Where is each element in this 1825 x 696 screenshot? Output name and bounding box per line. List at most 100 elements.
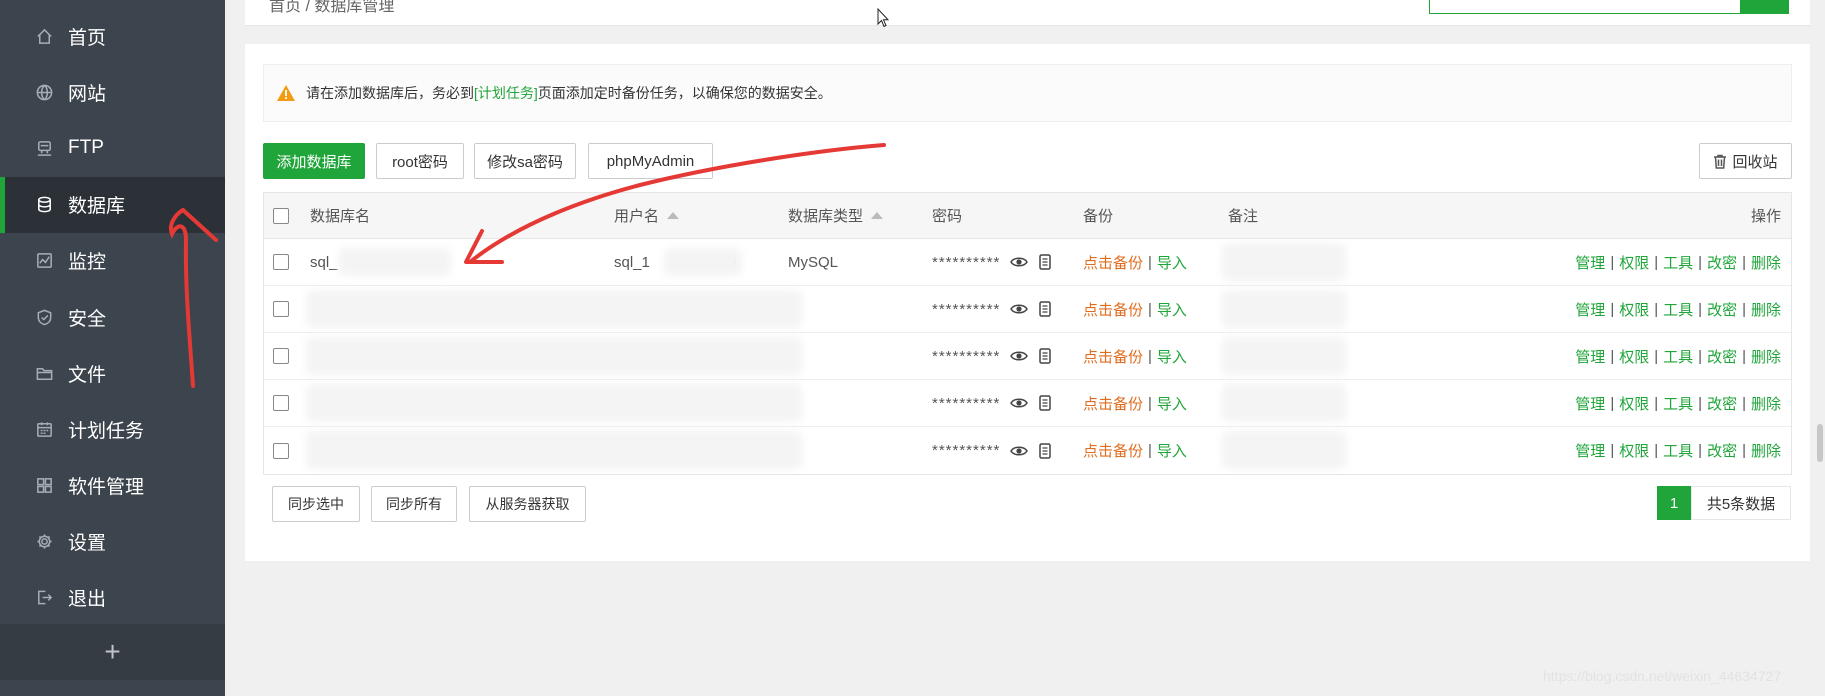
separator: | [1742, 300, 1746, 318]
op-link[interactable]: 删除 [1751, 346, 1781, 367]
op-link[interactable]: 管理 [1575, 393, 1605, 414]
op-link[interactable]: 工具 [1663, 299, 1693, 320]
eye-icon[interactable] [1010, 347, 1029, 365]
row-checkbox[interactable] [273, 442, 289, 459]
page-number[interactable]: 1 [1657, 486, 1691, 520]
phpmyadmin-button[interactable]: phpMyAdmin [588, 143, 713, 179]
sidebar-item-label: 设置 [68, 533, 107, 555]
op-link[interactable]: 权限 [1619, 393, 1649, 414]
op-link[interactable]: 权限 [1619, 346, 1649, 367]
row-password: ********** [932, 427, 1054, 474]
op-link[interactable]: 权限 [1619, 252, 1649, 273]
op-link[interactable]: 工具 [1663, 440, 1693, 461]
column-type[interactable]: 数据库类型 [788, 193, 884, 238]
op-link[interactable]: 改密 [1707, 252, 1737, 273]
sidebar-item-monitor[interactable]: 监控 [0, 233, 225, 289]
backup-link[interactable]: 点击备份 [1083, 346, 1143, 367]
password-text: ********** [932, 442, 1001, 459]
backup-link[interactable]: 点击备份 [1083, 252, 1143, 273]
row-checkbox[interactable] [273, 395, 289, 411]
calendar-icon [34, 419, 54, 439]
import-link[interactable]: 导入 [1157, 346, 1187, 367]
import-link[interactable]: 导入 [1157, 299, 1187, 320]
column-user[interactable]: 用户名 [614, 193, 680, 238]
root-password-button[interactable]: root密码 [376, 143, 464, 179]
op-link[interactable]: 工具 [1663, 346, 1693, 367]
sidebar-add-button[interactable]: + [0, 624, 225, 680]
folder-icon [34, 363, 54, 383]
op-link[interactable]: 管理 [1575, 299, 1605, 320]
row-checkbox[interactable] [273, 254, 289, 270]
import-link[interactable]: 导入 [1157, 393, 1187, 414]
op-link[interactable]: 改密 [1707, 393, 1737, 414]
sidebar-item-database[interactable]: 数据库 [0, 176, 225, 233]
scrollbar-thumb[interactable] [1817, 424, 1823, 462]
op-link[interactable]: 权限 [1619, 299, 1649, 320]
password-text: ********** [932, 253, 1001, 271]
sidebar-item-software[interactable]: 软件管理 [0, 458, 225, 514]
backup-link[interactable]: 点击备份 [1083, 440, 1143, 461]
sidebar-item-website[interactable]: 网站 [0, 64, 225, 120]
import-link[interactable]: 导入 [1157, 252, 1187, 273]
row-db-name[interactable]: sql_ [310, 239, 338, 285]
copy-icon[interactable] [1036, 253, 1054, 271]
sidebar-item-settings[interactable]: 设置 [0, 514, 225, 570]
sidebar-item-label: 数据库 [68, 196, 126, 218]
op-link[interactable]: 工具 [1663, 252, 1693, 273]
add-database-button[interactable]: 添加数据库 [263, 143, 365, 179]
op-link[interactable]: 删除 [1751, 440, 1781, 461]
search-button[interactable] [1741, 0, 1789, 14]
sidebar-item-home[interactable]: 首页 [0, 8, 225, 64]
recycle-bin-button[interactable]: 回收站 [1699, 143, 1792, 179]
row-checkbox[interactable] [273, 301, 289, 317]
op-link[interactable]: 删除 [1751, 393, 1781, 414]
warning-icon [277, 85, 295, 101]
row-password: ********** [932, 286, 1054, 332]
op-link[interactable]: 改密 [1707, 346, 1737, 367]
scrollbar[interactable] [1815, 0, 1825, 696]
import-link[interactable]: 导入 [1157, 440, 1187, 461]
op-link[interactable]: 删除 [1751, 252, 1781, 273]
column-note: 备注 [1228, 208, 1259, 225]
sidebar-item-cron[interactable]: 计划任务 [0, 401, 225, 457]
op-link[interactable]: 权限 [1619, 440, 1649, 461]
sa-password-button[interactable]: 修改sa密码 [474, 143, 576, 179]
fetch-from-server-button[interactable]: 从服务器获取 [469, 486, 586, 522]
sidebar-item-security[interactable]: 安全 [0, 289, 225, 345]
sidebar-item-logout[interactable]: 退出 [0, 570, 225, 626]
breadcrumb: 首页 / 数据库管理 [269, 0, 395, 15]
row-checkbox[interactable] [273, 348, 289, 364]
mouse-cursor-icon [877, 8, 889, 28]
cron-link[interactable]: [计划任务] [474, 83, 538, 103]
table-row: ********** 点击备份 | 导入 管理 | 权限 | 工具 | 改密 | 删除 [264, 333, 1791, 380]
sidebar-item-ftp[interactable]: FTP [0, 120, 225, 176]
op-link[interactable]: 管理 [1575, 346, 1605, 367]
copy-icon[interactable] [1036, 442, 1054, 460]
eye-icon[interactable] [1010, 442, 1029, 460]
row-db-type: MySQL [788, 253, 839, 271]
eye-icon[interactable] [1010, 394, 1029, 412]
separator: | [1654, 253, 1659, 271]
eye-icon[interactable] [1010, 253, 1029, 271]
copy-icon[interactable] [1036, 394, 1054, 412]
copy-icon[interactable] [1036, 347, 1054, 365]
sidebar-item-files[interactable]: 文件 [0, 345, 225, 401]
op-link[interactable]: 改密 [1707, 299, 1737, 320]
copy-icon[interactable] [1036, 300, 1054, 318]
op-link[interactable]: 删除 [1751, 299, 1781, 320]
backup-link[interactable]: 点击备份 [1083, 393, 1143, 414]
redacted-region [664, 248, 742, 276]
sync-all-button[interactable]: 同步所有 [371, 486, 457, 522]
sync-selected-button[interactable]: 同步选中 [272, 486, 360, 522]
op-link[interactable]: 改密 [1707, 440, 1737, 461]
backup-alert: 请在添加数据库后，务必到 [计划任务] 页面添加定时备份任务，以确保您的数据安全… [263, 64, 1792, 122]
backup-link[interactable]: 点击备份 [1083, 299, 1143, 320]
op-link[interactable]: 管理 [1575, 252, 1605, 273]
eye-icon[interactable] [1010, 300, 1029, 318]
select-all-checkbox[interactable] [273, 207, 289, 224]
op-link[interactable]: 工具 [1663, 393, 1693, 414]
search-input[interactable] [1429, 0, 1741, 14]
column-name[interactable]: 数据库名 [310, 193, 370, 238]
separator: | [1148, 347, 1152, 365]
op-link[interactable]: 管理 [1575, 440, 1605, 461]
